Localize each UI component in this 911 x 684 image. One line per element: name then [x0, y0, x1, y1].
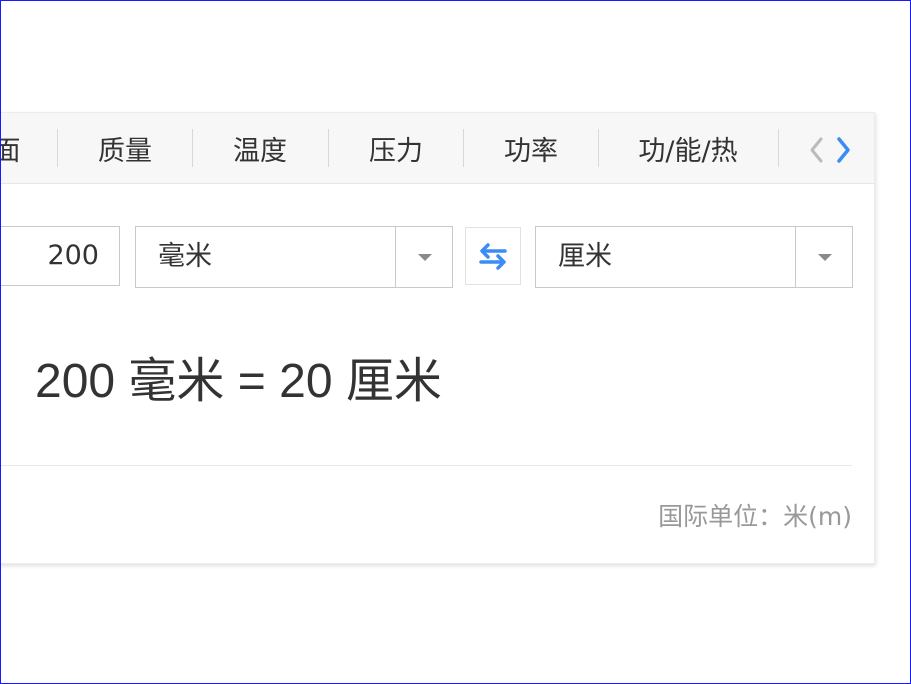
- swap-arrows-icon: [479, 243, 507, 270]
- to-unit-value: 厘米: [558, 241, 612, 272]
- from-unit-value: 毫米: [158, 241, 212, 272]
- divider-line: [0, 465, 852, 466]
- tab-divider: [598, 129, 599, 167]
- amount-input[interactable]: 200: [0, 226, 120, 286]
- tab-divider: [463, 129, 464, 167]
- tab-label: 温度: [233, 136, 287, 167]
- caret-down-icon: [818, 254, 832, 261]
- tab-temperature[interactable]: 温度: [194, 113, 326, 183]
- unit-converter-card: 面积 质量 温度 压力 功率 功/能/热: [0, 112, 875, 564]
- tab-divider: [57, 129, 58, 167]
- category-tab-bar: 面积 质量 温度 压力 功率 功/能/热: [0, 113, 874, 184]
- swap-units-button[interactable]: [465, 227, 521, 285]
- tab-label: 面积: [0, 136, 21, 167]
- tab-work-energy-heat[interactable]: 功/能/热: [600, 113, 776, 183]
- si-unit-note: 国际单位：米(m): [658, 502, 852, 531]
- tab-power[interactable]: 功率: [465, 113, 597, 183]
- select-divider: [795, 227, 796, 287]
- tab-label: 功/能/热: [638, 136, 738, 167]
- tab-label: 质量: [98, 136, 152, 167]
- tab-divider: [778, 129, 779, 167]
- tab-divider: [328, 129, 329, 167]
- chevron-right-icon[interactable]: [830, 135, 856, 165]
- caret-down-icon: [418, 254, 432, 261]
- tab-scroll-controls: [788, 113, 874, 183]
- conversion-result: 200 毫米 = 20 厘米: [35, 355, 442, 408]
- chevron-left-icon[interactable]: [804, 135, 830, 165]
- tab-label: 压力: [369, 136, 423, 167]
- tab-pressure[interactable]: 压力: [330, 113, 462, 183]
- tab-label: 功率: [504, 136, 558, 167]
- select-divider: [395, 227, 396, 287]
- from-unit-select[interactable]: 毫米: [135, 226, 453, 288]
- tab-area[interactable]: 面积: [0, 113, 33, 183]
- to-unit-select[interactable]: 厘米: [535, 226, 853, 288]
- tab-divider: [192, 129, 193, 167]
- tab-mass[interactable]: 质量: [59, 113, 191, 183]
